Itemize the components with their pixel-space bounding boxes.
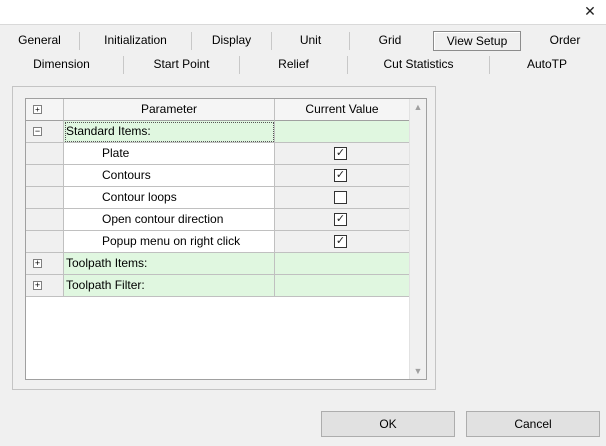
ok-button[interactable]: OK xyxy=(321,411,455,437)
scroll-down-icon[interactable]: ▼ xyxy=(410,363,426,379)
title-bar: ✕ xyxy=(0,0,606,25)
popup-menu-checkbox[interactable]: ✓ xyxy=(334,235,347,248)
plate-checkbox[interactable]: ✓ xyxy=(334,147,347,160)
column-header-current-value: Current Value xyxy=(275,99,410,121)
cancel-button[interactable]: Cancel xyxy=(466,411,600,437)
item-label: Plate xyxy=(102,146,130,160)
tab-autotp[interactable]: AutoTP xyxy=(490,54,604,76)
tab-general[interactable]: General xyxy=(0,32,80,50)
item-row-popup-menu[interactable]: Popup menu on right click ✓ xyxy=(26,231,410,253)
group-row-standard-items[interactable]: − Standard Items: xyxy=(26,121,410,143)
item-row-plate[interactable]: Plate ✓ xyxy=(26,143,410,165)
collapse-icon[interactable]: − xyxy=(33,127,42,136)
tab-initialization[interactable]: Initialization xyxy=(80,32,192,50)
tab-unit[interactable]: Unit xyxy=(272,32,350,50)
group-row-toolpath-items[interactable]: + Toolpath Items: xyxy=(26,253,410,275)
expand-all-button[interactable]: + xyxy=(26,99,64,121)
item-label: Contours xyxy=(102,168,151,182)
parameter-grid[interactable]: + Parameter Current Value − Standard Ite… xyxy=(25,98,427,380)
tab-start-point[interactable]: Start Point xyxy=(124,56,240,74)
tab-row-2: Dimension Start Point Relief Cut Statist… xyxy=(0,54,606,76)
scroll-up-icon[interactable]: ▲ xyxy=(410,99,426,115)
item-row-open-contour-direction[interactable]: Open contour direction ✓ xyxy=(26,209,410,231)
tab-grid[interactable]: Grid xyxy=(350,30,430,52)
group-label: Toolpath Items: xyxy=(66,256,148,270)
expand-all-icon[interactable]: + xyxy=(33,105,42,114)
tab-display[interactable]: Display xyxy=(192,32,272,50)
group-label: Standard Items: xyxy=(66,124,151,138)
item-label: Contour loops xyxy=(102,190,177,204)
contour-loops-checkbox[interactable] xyxy=(334,191,347,204)
item-label: Open contour direction xyxy=(102,212,224,226)
group-row-toolpath-filter[interactable]: + Toolpath Filter: xyxy=(26,275,410,297)
column-header-parameter: Parameter xyxy=(64,99,275,121)
tab-cut-statistics[interactable]: Cut Statistics xyxy=(348,56,490,74)
open-contour-direction-checkbox[interactable]: ✓ xyxy=(334,213,347,226)
group-label: Toolpath Filter: xyxy=(66,278,145,292)
expand-icon[interactable]: + xyxy=(33,259,42,268)
tab-relief[interactable]: Relief xyxy=(240,56,348,74)
close-icon[interactable]: ✕ xyxy=(582,3,598,19)
tab-order[interactable]: Order xyxy=(526,30,604,52)
grid-header: + Parameter Current Value xyxy=(26,99,410,121)
item-row-contours[interactable]: Contours ✓ xyxy=(26,165,410,187)
item-label: Popup menu on right click xyxy=(102,234,241,248)
item-row-contour-loops[interactable]: Contour loops xyxy=(26,187,410,209)
vertical-scrollbar[interactable]: ▲ ▼ xyxy=(409,99,426,379)
expand-icon[interactable]: + xyxy=(33,281,42,290)
tab-dimension[interactable]: Dimension xyxy=(0,56,124,74)
tab-row-1: General Initialization Display Unit Grid… xyxy=(0,30,606,52)
tab-view-setup[interactable]: View Setup xyxy=(433,31,521,51)
contours-checkbox[interactable]: ✓ xyxy=(334,169,347,182)
